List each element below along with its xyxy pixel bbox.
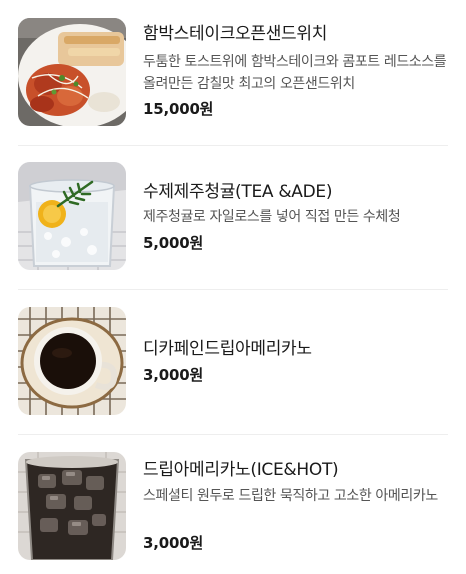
menu-item-price: 15,000원 (143, 100, 214, 118)
menu-item-decaf-americano[interactable]: 디카페인드립아메리카노 3,000원 (0, 290, 466, 433)
citrus-ade-photo[interactable] (18, 162, 126, 270)
menu-item-name: 수제제주청귤(TEA &ADE) (143, 182, 333, 202)
menu-item-name: 디카페인드립아메리카노 (143, 339, 312, 359)
menu-item-jeju-citrus[interactable]: 수제제주청귤(TEA &ADE) 제주청귤로 자일로스를 넣어 직접 만든 수체… (0, 146, 466, 288)
menu-item-price: 3,000원 (143, 366, 204, 384)
open-sandwich-photo[interactable] (18, 18, 126, 126)
menu-item-description: 제주청귤로 자일로스를 넣어 직접 만든 수체청 (143, 209, 401, 225)
iced-americano-glass-photo[interactable] (18, 452, 126, 560)
menu-item-name: 드립아메리카노(ICE&HOT) (143, 460, 339, 480)
menu-item-price: 3,000원 (143, 534, 204, 552)
menu-item-price: 5,000원 (143, 234, 204, 252)
hot-americano-cup-photo[interactable] (18, 307, 126, 415)
menu-item-steak-sandwich[interactable]: 함박스테이크오픈샌드위치 두툼한 토스트위에 함박스테이크와 콤포트 레드소스를… (0, 0, 466, 145)
menu-item-description: 두툼한 토스트위에 함박스테이크와 콤포트 레드소스를 올려만든 감칠맛 최고의… (143, 54, 447, 92)
menu-item-description: 스페셜티 원두로 드립한 묵직하고 고소한 아메리카노 (143, 488, 438, 504)
menu-list: 함박스테이크오픈샌드위치 두툼한 토스트위에 함박스테이크와 콤포트 레드소스를… (0, 0, 466, 574)
menu-item-name: 함박스테이크오픈샌드위치 (143, 24, 328, 44)
menu-item-drip-americano[interactable]: 드립아메리카노(ICE&HOT) 스페셜티 원두로 드립한 묵직하고 고소한 아… (0, 435, 466, 574)
